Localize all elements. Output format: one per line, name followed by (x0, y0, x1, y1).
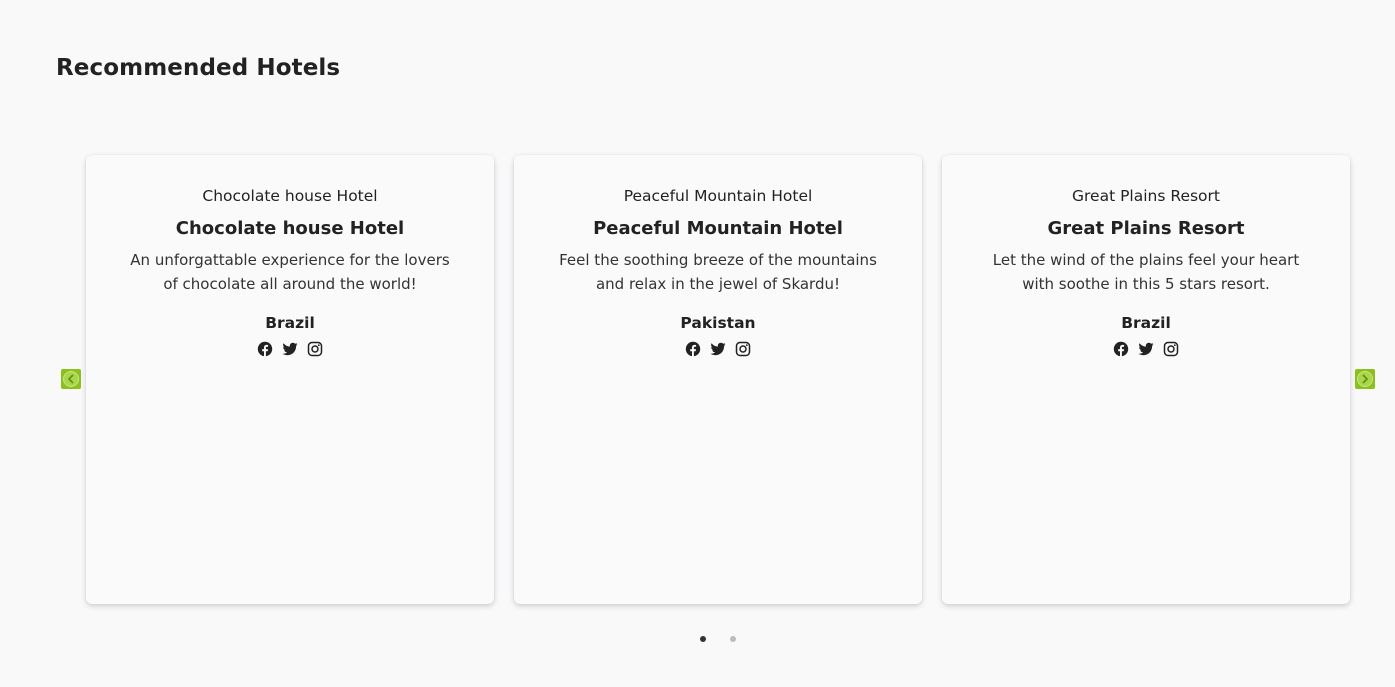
hotel-country: Brazil (1121, 314, 1171, 332)
facebook-icon[interactable] (685, 341, 701, 357)
carousel-next-button[interactable] (1355, 369, 1375, 389)
social-links (514, 341, 922, 357)
hotel-card[interactable]: Peaceful Mountain Hotel Peaceful Mountai… (514, 155, 922, 604)
hotel-name: Great Plains Resort (1047, 218, 1245, 239)
hotel-card[interactable]: Chocolate house Hotel Chocolate house Ho… (86, 155, 494, 604)
instagram-icon[interactable] (307, 341, 323, 357)
carousel-dot-2[interactable] (730, 636, 736, 642)
recommended-hotels-page: Recommended Hotels Chocolate house Hotel… (0, 0, 1395, 687)
twitter-icon[interactable] (710, 341, 726, 357)
facebook-icon[interactable] (1113, 341, 1129, 357)
twitter-icon[interactable] (282, 341, 298, 357)
twitter-icon[interactable] (1138, 341, 1154, 357)
chevron-right-icon (1357, 371, 1373, 387)
hotel-name: Chocolate house Hotel (175, 218, 405, 239)
instagram-icon[interactable] (735, 341, 751, 357)
hotel-description: An unforgattable experience for the love… (130, 251, 450, 293)
hotel-subtitle: Great Plains Resort (1072, 187, 1220, 205)
carousel-dot-1[interactable] (700, 636, 706, 642)
hotel-description: Feel the soothing breeze of the mountain… (559, 251, 877, 293)
hotel-subtitle: Peaceful Mountain Hotel (623, 187, 813, 205)
section-title: Recommended Hotels (56, 55, 341, 81)
carousel-prev-button[interactable] (61, 369, 81, 389)
hotel-subtitle: Chocolate house Hotel (202, 187, 378, 205)
hotel-card[interactable]: Great Plains Resort Great Plains Resort … (942, 155, 1350, 604)
carousel-pagination (700, 636, 736, 642)
hotel-description: Let the wind of the plains feel your hea… (992, 251, 1300, 293)
chevron-left-icon (63, 371, 79, 387)
hotel-carousel: Chocolate house Hotel Chocolate house Ho… (86, 155, 1350, 604)
hotel-country: Pakistan (680, 314, 756, 332)
instagram-icon[interactable] (1163, 341, 1179, 357)
hotel-country: Brazil (265, 314, 315, 332)
facebook-icon[interactable] (257, 341, 273, 357)
hotel-name: Peaceful Mountain Hotel (593, 218, 843, 239)
social-links (86, 341, 494, 357)
social-links (942, 341, 1350, 357)
